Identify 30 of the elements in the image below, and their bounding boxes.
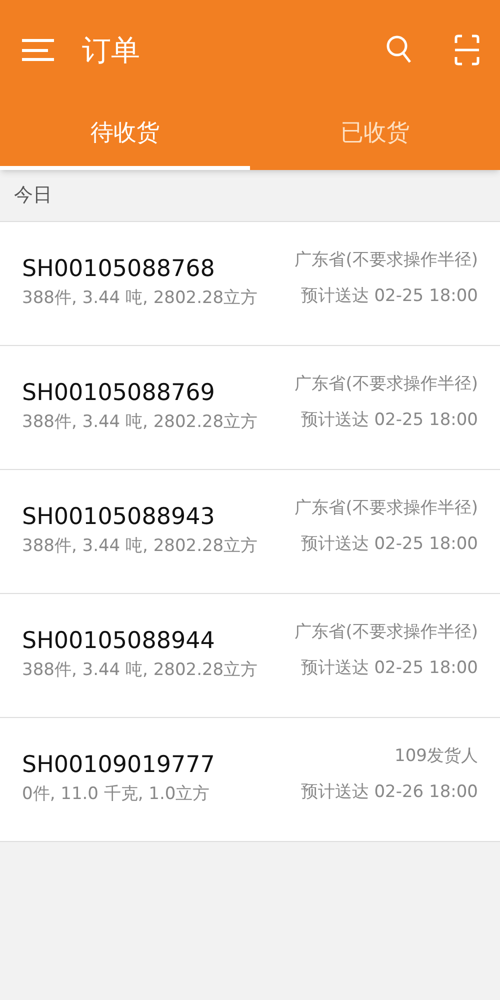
order-row[interactable]: SH00105088944 388件, 3.44 吨, 2802.28立方 广东省(不要求操作半径) 预计送达 02-25 18:00 <box>0 594 500 718</box>
menu-icon[interactable] <box>22 37 54 63</box>
order-row[interactable]: SH00109019777 0件, 11.0 千克, 1.0立方 109发货人 预计送达 02-26 18:00 <box>0 718 500 842</box>
order-eta: 预计送达 02-25 18:00 <box>300 533 478 556</box>
order-location: 广东省(不要求操作半径) <box>294 497 478 520</box>
order-number: SH00105088769 <box>22 379 216 408</box>
order-number: SH00105088944 <box>22 627 216 656</box>
order-eta: 预计送达 02-25 18:00 <box>300 409 478 432</box>
order-row[interactable]: SH00105088769 388件, 3.44 吨, 2802.28立方 广东省(不要求操作半径) 预计送达 02-25 18:00 <box>0 346 500 470</box>
order-location: 109发货人 <box>394 745 478 768</box>
section-header: 今日 <box>14 183 52 208</box>
order-location: 广东省(不要求操作半径) <box>294 373 478 396</box>
order-number: SH00109019777 <box>22 751 215 780</box>
order-summary: 388件, 3.44 吨, 2802.28立方 <box>22 659 258 682</box>
order-row[interactable]: SH00105088943 388件, 3.44 吨, 2802.28立方 广东省(不要求操作半径) 预计送达 02-25 18:00 <box>0 470 500 594</box>
order-number: SH00105088943 <box>22 503 216 532</box>
order-eta: 预计送达 02-26 18:00 <box>300 781 478 804</box>
order-summary: 388件, 3.44 吨, 2802.28立方 <box>22 535 258 558</box>
order-location: 广东省(不要求操作半径) <box>294 249 478 272</box>
order-number: SH00105088768 <box>22 255 216 284</box>
order-summary: 388件, 3.44 吨, 2802.28立方 <box>22 287 258 310</box>
app-title: 订单 <box>82 36 140 64</box>
order-row[interactable]: SH00105088768 388件, 3.44 吨, 2802.28立方 广东省(不要求操作半径) 预计送达 02-25 18:00 <box>0 222 500 346</box>
search-icon[interactable] <box>386 35 412 65</box>
order-summary: 388件, 3.44 吨, 2802.28立方 <box>22 411 258 434</box>
order-summary: 0件, 11.0 千克, 1.0立方 <box>22 783 211 806</box>
order-eta: 预计送达 02-25 18:00 <box>300 657 478 680</box>
order-eta: 预计送达 02-25 18:00 <box>300 285 478 308</box>
order-location: 广东省(不要求操作半径) <box>294 621 478 644</box>
scan-icon[interactable] <box>454 34 480 66</box>
